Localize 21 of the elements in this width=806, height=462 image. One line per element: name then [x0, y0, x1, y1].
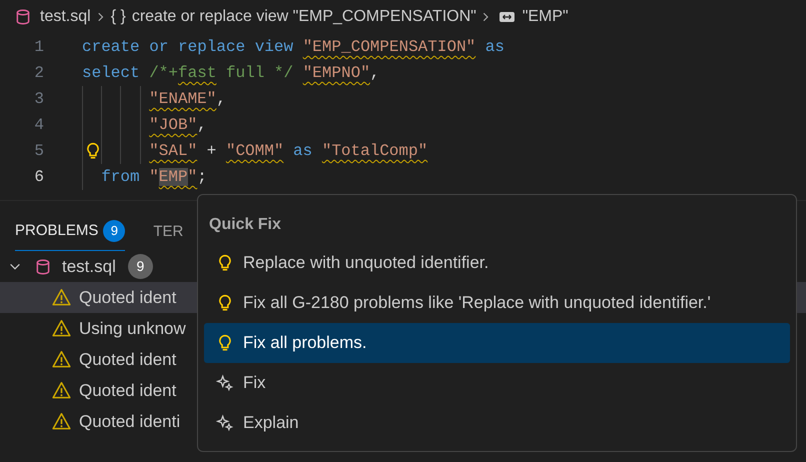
namespace-icon: { }: [110, 5, 126, 29]
code-line: "SAL" + "COMM" as "TotalComp": [82, 138, 428, 164]
problem-message: Quoted ident: [79, 348, 176, 371]
line-number: 5: [33, 141, 44, 162]
code-line: select /*+fast full */ "EMPNO",: [82, 63, 380, 84]
problem-message: Quoted ident: [79, 286, 176, 309]
line-number: 1: [33, 37, 44, 58]
code-line: "JOB",: [82, 112, 207, 138]
line-number: 4: [33, 115, 44, 136]
code-line: from "EMP";: [82, 164, 207, 190]
problem-message: Quoted identi: [79, 410, 180, 433]
problem-message: Quoted ident: [79, 380, 176, 402]
line-number: 2: [33, 63, 44, 84]
line-number: 3: [33, 89, 44, 110]
problem-message: Using unknow: [79, 318, 186, 340]
code-line: "ENAME",: [82, 86, 226, 112]
line-number: 6: [33, 167, 44, 188]
count-badge: 9: [128, 254, 153, 279]
count-badge: 9: [103, 220, 126, 242]
menu-title: Quick Fix: [208, 215, 282, 235]
code-line: create or replace view "EMP_COMPENSATION" as: [82, 37, 504, 58]
